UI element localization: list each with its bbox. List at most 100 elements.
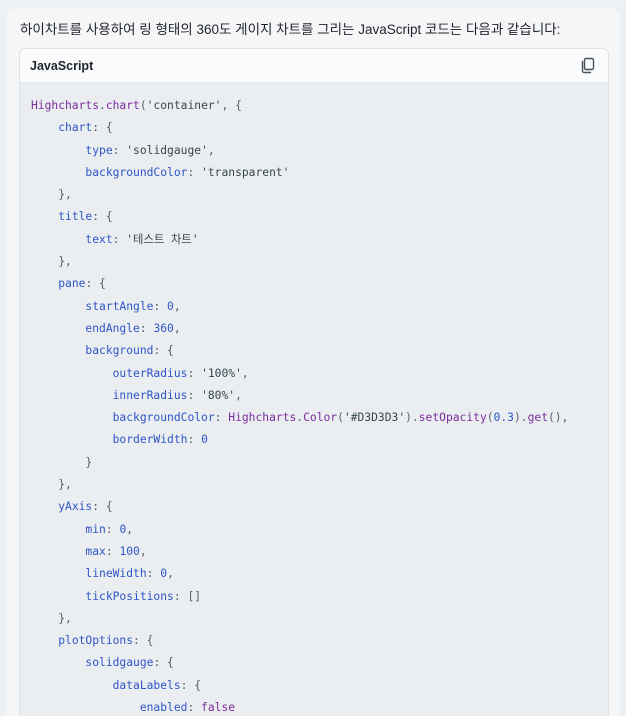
code-token: : { xyxy=(180,678,202,692)
code-token: lineWidth xyxy=(85,567,147,581)
code-token: background xyxy=(85,344,154,358)
code-token: 0.3 xyxy=(493,411,514,425)
code-line: } xyxy=(31,452,608,474)
code-token: startAngle xyxy=(85,299,154,313)
code-token: , xyxy=(173,321,181,335)
code-token: : xyxy=(153,299,168,313)
code-token: , xyxy=(126,522,134,536)
code-token: : xyxy=(187,701,202,715)
code-token: 0 xyxy=(167,299,174,313)
code-line: dataLabels: { xyxy=(31,675,608,697)
code-token: ( xyxy=(486,411,494,425)
code-token: title xyxy=(58,210,93,224)
code-token: 0 xyxy=(201,433,208,447)
code-line: borderWidth: 0 xyxy=(31,429,608,451)
code-line: Highcharts.chart('container', { xyxy=(31,95,608,117)
code-token: outerRadius xyxy=(112,366,188,380)
code-token: : xyxy=(139,321,154,335)
code-token: }, xyxy=(31,611,72,625)
code-token: backgroundColor xyxy=(85,165,188,179)
code-line: }, xyxy=(31,474,608,496)
code-token: . xyxy=(99,99,106,112)
code-token: min xyxy=(85,522,106,536)
code-token: : { xyxy=(92,500,113,514)
code-token: 'transparent' xyxy=(201,165,290,179)
code-token: : { xyxy=(153,656,174,670)
message-intro-text: 하이차트를 사용하여 링 형태의 360도 게이지 차트를 그리는 JavaSc… xyxy=(20,22,561,37)
code-line: min: 0, xyxy=(31,519,608,541)
code-token: solidgauge xyxy=(85,656,154,670)
code-token: '테스트 차트' xyxy=(126,232,199,246)
code-language-label: JavaScript xyxy=(30,59,94,73)
code-token: : { xyxy=(133,634,154,648)
code-token: , xyxy=(235,388,242,402)
code-line: startAngle: 0, xyxy=(31,296,608,318)
code-token: 100 xyxy=(119,544,140,558)
code-token: Highcharts xyxy=(228,411,297,425)
code-token: enabled xyxy=(139,701,188,715)
code-token: innerRadius xyxy=(112,388,188,402)
copy-code-button[interactable] xyxy=(580,57,596,74)
code-token: : xyxy=(112,232,127,246)
code-token: : [] xyxy=(173,589,202,603)
code-token: } xyxy=(31,455,93,469)
code-token: plotOptions xyxy=(58,634,134,648)
code-token: false xyxy=(201,701,236,715)
code-token: '100%' xyxy=(201,366,242,380)
code-token: borderWidth xyxy=(112,433,188,447)
code-token: }, xyxy=(31,478,72,492)
code-token: endAngle xyxy=(85,321,140,335)
code-token: chart xyxy=(58,121,93,135)
code-token: ). xyxy=(513,411,528,425)
code-token: setOpacity xyxy=(418,411,487,425)
code-token: : xyxy=(214,411,229,425)
code-token: , xyxy=(207,143,215,157)
code-line: }, xyxy=(31,184,608,206)
code-token: : xyxy=(187,388,202,402)
code-line: endAngle: 360, xyxy=(31,318,608,340)
code-line: chart: { xyxy=(31,117,608,139)
code-token: '#D3D3D3' xyxy=(343,411,406,425)
code-line: solidgauge: { xyxy=(31,652,608,674)
code-token: , { xyxy=(221,99,242,112)
code-token: : xyxy=(112,143,127,157)
code-line: background: { xyxy=(31,340,608,362)
code-token: tickPositions xyxy=(85,589,174,603)
code-token: text xyxy=(85,232,113,246)
code-token: }, xyxy=(31,188,72,202)
code-line: }, xyxy=(31,251,608,273)
code-token: 'container' xyxy=(146,99,222,112)
code-token: ( xyxy=(139,99,147,112)
code-token: : { xyxy=(92,121,113,135)
code-token: max xyxy=(85,544,106,558)
code-token: : { xyxy=(92,210,113,224)
code-token: (), xyxy=(548,411,569,425)
code-token: Highcharts xyxy=(31,99,100,112)
code-token: dataLabels xyxy=(112,678,181,692)
code-line: plotOptions: { xyxy=(31,630,608,652)
code-line: text: '테스트 차트' xyxy=(31,229,608,251)
copy-icon xyxy=(581,57,595,74)
code-line: type: 'solidgauge', xyxy=(31,140,608,162)
code-token: get xyxy=(527,411,548,425)
code-token: type xyxy=(85,143,113,157)
code-token: : { xyxy=(153,344,174,358)
code-token: Color xyxy=(303,411,338,425)
code-token: , xyxy=(139,544,147,558)
code-token: }, xyxy=(31,255,72,269)
code-line: enabled: false xyxy=(31,697,608,716)
code-block: JavaScript Highcharts.chart('container',… xyxy=(19,48,609,716)
code-token: : { xyxy=(85,277,106,291)
